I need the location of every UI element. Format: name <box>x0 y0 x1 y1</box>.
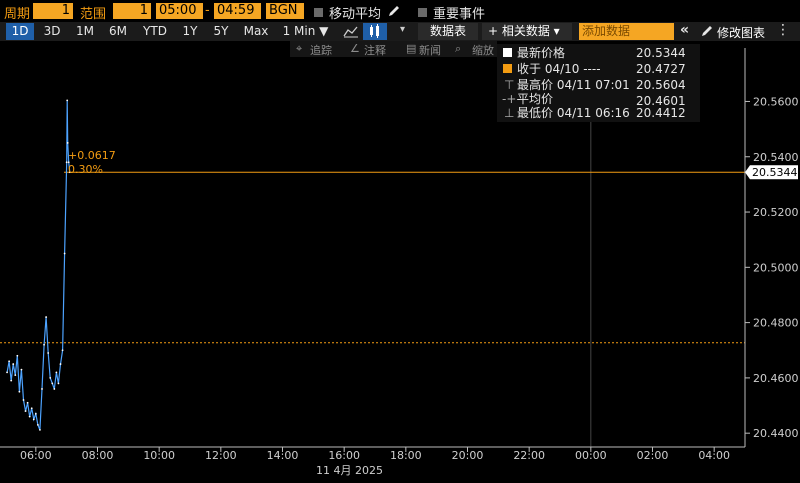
price-point <box>20 368 23 371</box>
y-tick-label: 20.5400 <box>753 151 799 164</box>
legend-swatch-last <box>503 48 512 57</box>
x-tick-label: 10:00 <box>143 449 175 462</box>
price-point <box>26 401 29 404</box>
legend-label-last: 最新价格 <box>517 46 566 60</box>
price-point <box>47 352 50 354</box>
price-point <box>59 363 62 365</box>
price-point <box>41 388 43 390</box>
x-tick-label: 16:00 <box>328 449 360 462</box>
x-tick-label: 06:00 <box>20 449 52 462</box>
price-point <box>16 354 19 357</box>
change-label: +0.0617 <box>68 149 116 162</box>
x-tick-label: 04:00 <box>698 449 730 462</box>
price-point <box>53 388 56 390</box>
last-price-tag-label: 20.5344 <box>752 166 798 179</box>
low-marker-icon: ⊥ <box>504 106 515 120</box>
x-tick-label: 22:00 <box>513 449 545 462</box>
x-tick-label: 00:00 <box>575 449 607 462</box>
y-tick-label: 20.5600 <box>753 95 799 108</box>
y-tick-label: 20.4400 <box>753 427 799 440</box>
price-point <box>34 412 37 415</box>
price-point <box>49 376 52 379</box>
x-tick-label: 20:00 <box>452 449 484 462</box>
x-axis-date-label: 11 4月 2025 <box>316 464 383 477</box>
y-tick-label: 20.4800 <box>753 317 799 330</box>
legend-label-low: 最低价 04/11 06:16 <box>517 106 630 120</box>
legend-value-close: 20.4727 <box>636 62 686 76</box>
price-point <box>63 252 66 255</box>
price-point <box>51 382 54 385</box>
price-point <box>43 343 45 346</box>
price-series-line <box>6 100 71 431</box>
y-axis: 20.4400 20.4600 20.4800 20.5000 20.5200 20.54… <box>744 48 799 447</box>
price-point <box>66 142 69 144</box>
price-point <box>8 360 11 363</box>
legend-label-high: 最高价 04/11 07:01 <box>517 78 630 92</box>
x-tick-label: 18:00 <box>390 449 422 462</box>
price-point <box>66 99 69 102</box>
price-point <box>57 382 60 385</box>
legend-label-close: 收于 04/10 ---- <box>517 62 601 76</box>
legend-value-high: 20.5604 <box>636 78 686 92</box>
legend-swatch-close <box>503 64 512 73</box>
price-point <box>39 428 41 431</box>
price-point <box>28 415 31 418</box>
price-point <box>61 349 64 352</box>
price-point <box>55 371 58 374</box>
x-tick-label: 14:00 <box>267 449 299 462</box>
price-point <box>24 410 27 412</box>
price-point <box>32 418 35 421</box>
x-tick-label: 12:00 <box>205 449 237 462</box>
price-point <box>36 423 39 426</box>
high-marker-icon: ⊤ <box>504 78 515 92</box>
legend-value-last: 20.5344 <box>636 46 686 60</box>
chart-legend: 最新价格 20.5344 收于 04/10 ---- 20.4727 ⊤ 最高价… <box>497 44 700 122</box>
legend-label-avg: 平均价 <box>517 92 554 106</box>
x-tick-label: 02:00 <box>637 449 669 462</box>
y-tick-label: 20.4600 <box>753 372 799 385</box>
y-tick-label: 20.5200 <box>753 206 799 219</box>
price-point <box>6 371 8 374</box>
x-axis: 06:00 08:00 10:00 12:00 14:00 16:00 18:00 20:00… <box>0 446 745 462</box>
price-point <box>22 399 25 401</box>
y-tick-label: 20.5000 <box>753 261 799 274</box>
price-point <box>12 363 15 365</box>
x-tick-label: 08:00 <box>82 449 114 462</box>
price-point <box>45 316 48 318</box>
change-pct-label: 0.30% <box>68 163 103 176</box>
last-price-tag-arrow <box>745 165 750 180</box>
legend-value-low: 20.4412 <box>636 106 686 120</box>
price-point <box>10 379 13 382</box>
price-point <box>14 374 17 377</box>
price-point <box>18 390 21 393</box>
price-point <box>30 407 33 410</box>
